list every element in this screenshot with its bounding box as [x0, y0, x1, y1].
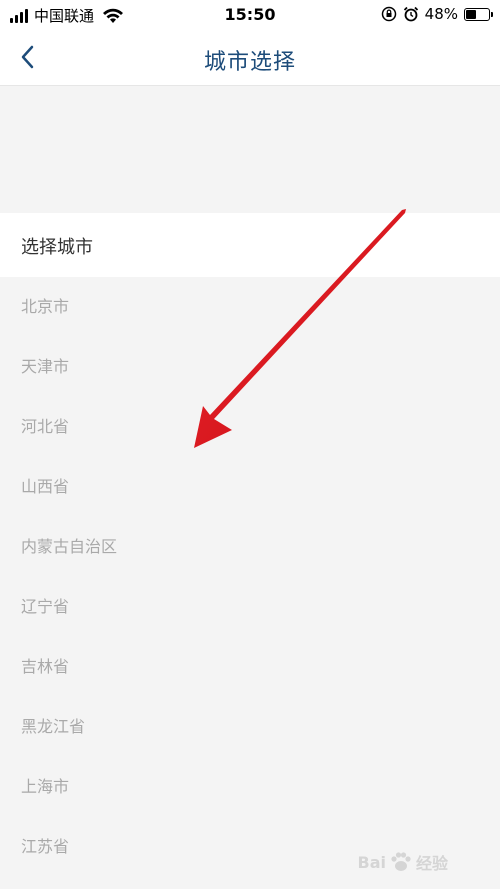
- section-header: 选择城市: [0, 213, 500, 277]
- list-item[interactable]: 内蒙古自治区: [0, 517, 500, 577]
- watermark-left: Bai: [357, 852, 386, 872]
- watermark: Bai 经验: [357, 849, 448, 875]
- battery-fill: [466, 9, 476, 19]
- paw-icon: [391, 852, 411, 871]
- list-item[interactable]: 天津市: [0, 337, 500, 397]
- list-item[interactable]: 山西省: [0, 457, 500, 517]
- list-item[interactable]: 北京市: [0, 277, 500, 337]
- page-title: 城市选择: [203, 50, 296, 75]
- status-right: 48%: [381, 5, 493, 23]
- battery-percentage: 48%: [424, 5, 458, 23]
- section-header-label: 选择城市: [21, 237, 93, 258]
- list-item[interactable]: 上海市: [0, 757, 500, 817]
- battery-icon: [464, 7, 493, 21]
- watermark-right: 经验: [415, 854, 448, 873]
- list-item[interactable]: 黑龙江省: [0, 697, 500, 757]
- list-item[interactable]: 吉林省: [0, 637, 500, 697]
- alarm-icon: [403, 6, 418, 22]
- list-item[interactable]: 辽宁省: [0, 577, 500, 637]
- list-item[interactable]: 河北省: [0, 397, 500, 457]
- rotation-lock-icon: [381, 6, 396, 22]
- nav-bar: 城市选择: [0, 30, 500, 86]
- city-list: 北京市 天津市 河北省 山西省 内蒙古自治区 辽宁省 吉林省 黑龙江省 上海市 …: [0, 277, 500, 877]
- status-bar: 中国联通 15:50 48%: [0, 0, 500, 30]
